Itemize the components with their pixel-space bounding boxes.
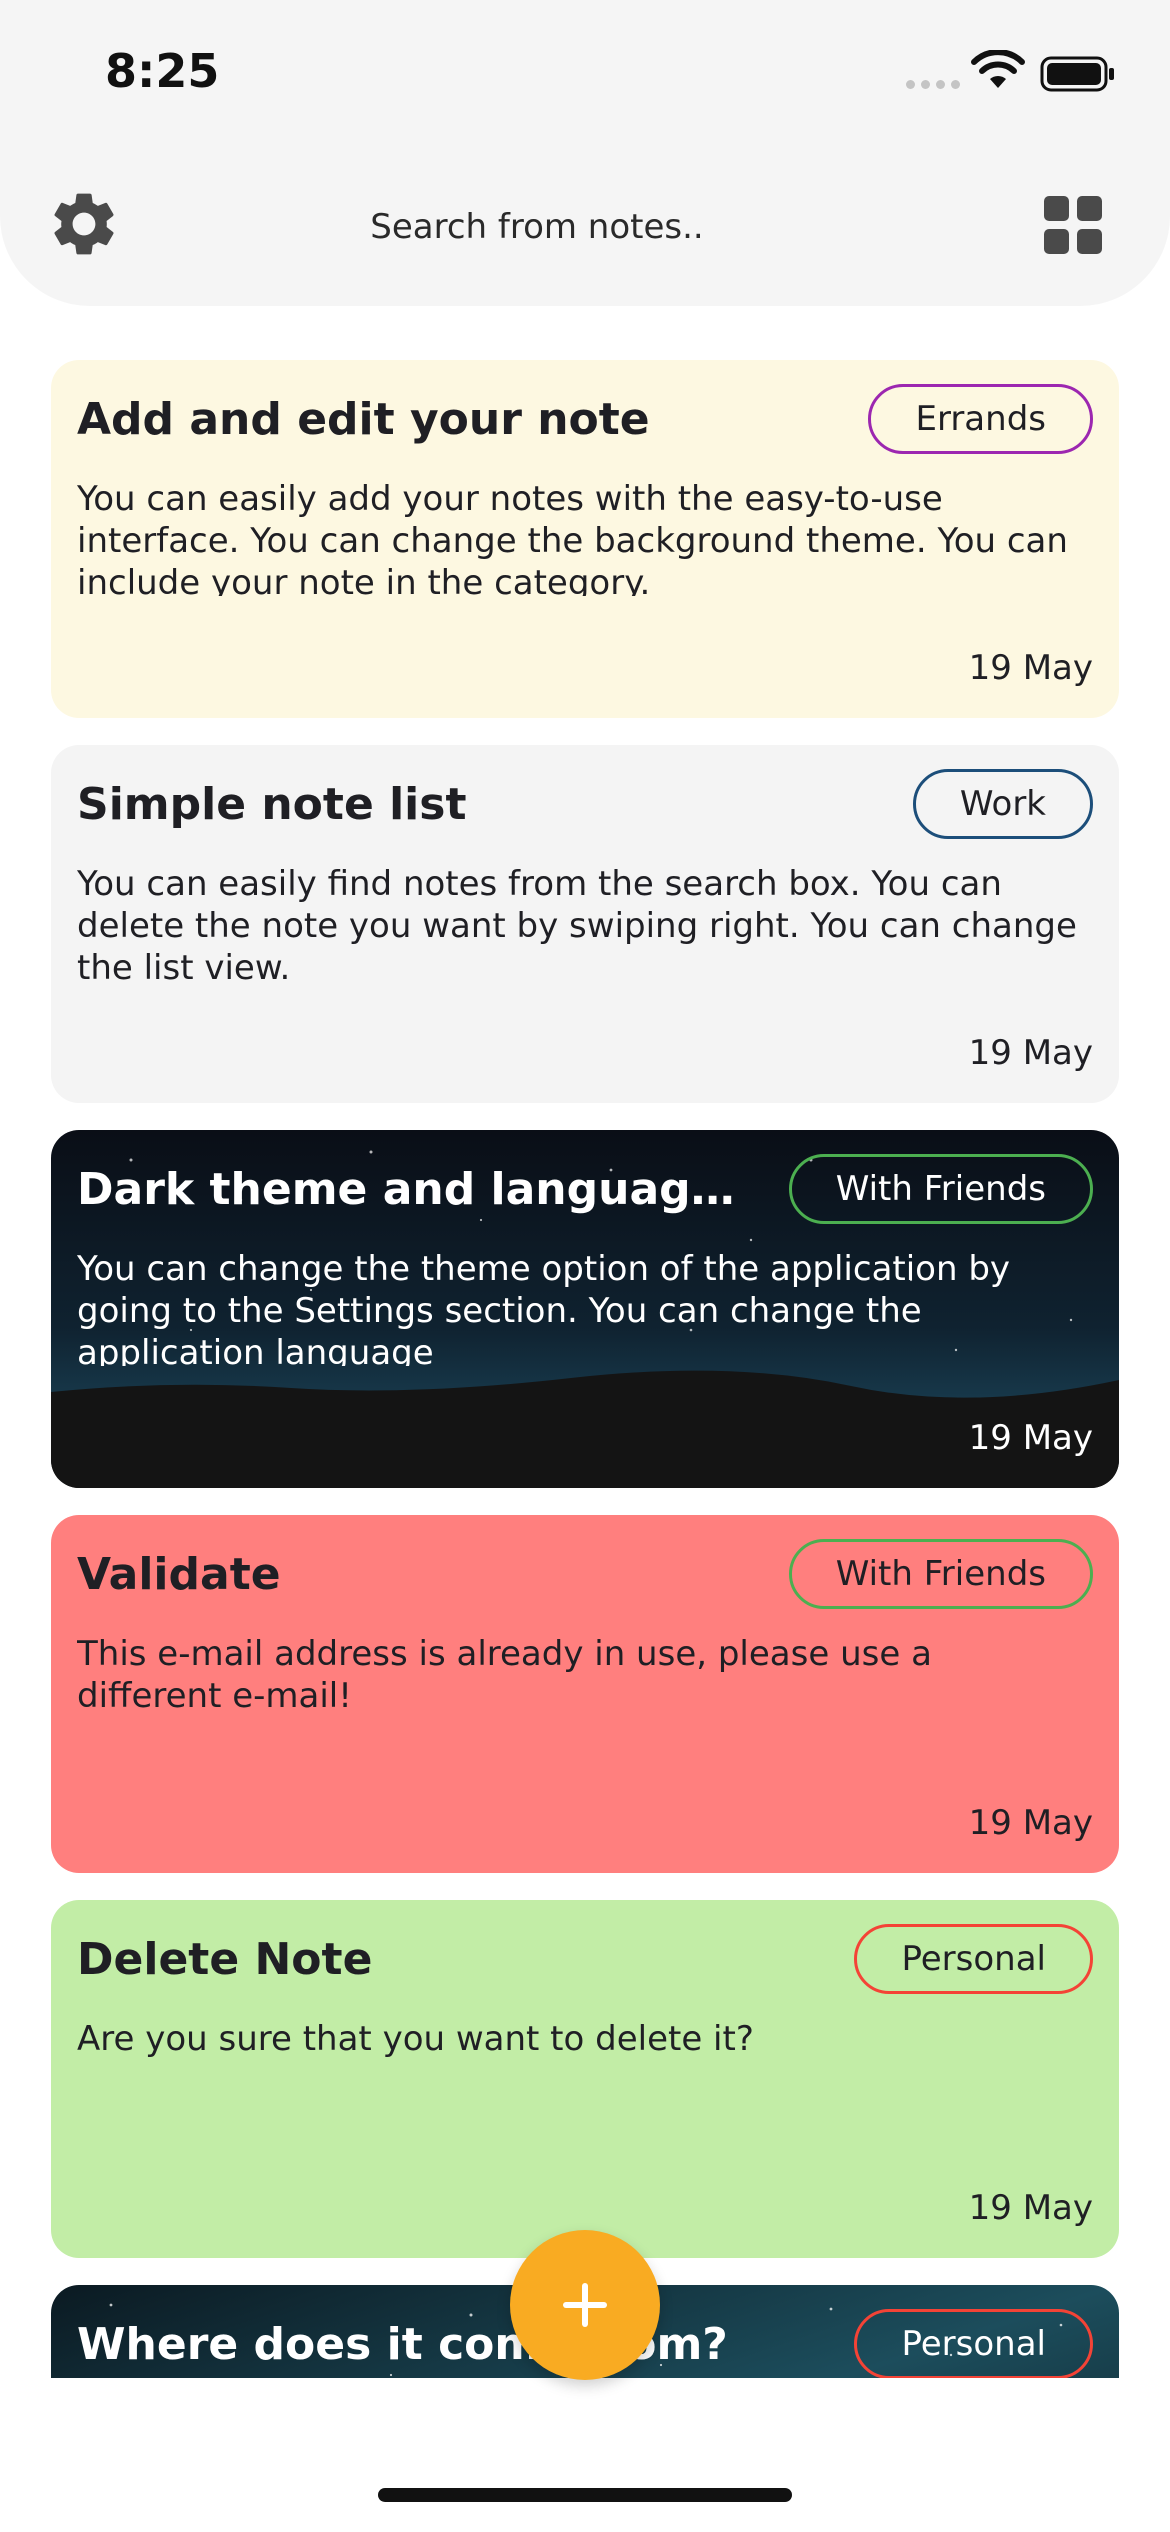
plus-icon (563, 2283, 607, 2327)
note-title: Add and edit your note (77, 394, 650, 445)
note-body: You can change the theme option of the a… (77, 1249, 1011, 1366)
note-body: Are you sure that you want to delete it? (77, 2019, 754, 2059)
note-date: 19 May (968, 1033, 1093, 1073)
note-card[interactable]: Delete Note Personal Are you sure that y… (51, 1900, 1119, 2258)
category-badge: With Friends (788, 1539, 1093, 1609)
cellular-signal-icon (906, 80, 960, 89)
status-bar-time: 8:25 (105, 44, 220, 98)
note-date: 19 May (968, 1803, 1093, 1843)
category-badge: Personal (854, 2309, 1093, 2378)
add-note-button[interactable] (510, 2230, 660, 2380)
wifi-icon (971, 50, 1025, 88)
home-indicator (378, 2488, 792, 2502)
note-body: You can easily find notes from the searc… (77, 864, 1077, 981)
note-date: 19 May (968, 2188, 1093, 2228)
grid-view-icon[interactable] (1044, 196, 1102, 254)
note-date: 19 May (968, 1418, 1093, 1458)
note-title: Simple note list (77, 779, 467, 830)
category-badge: With Friends (788, 1154, 1093, 1224)
note-card[interactable]: Validate With Friends This e-mail addres… (51, 1515, 1119, 1873)
note-body: This e-mail address is already in use, p… (77, 1634, 932, 1716)
note-title: Dark theme and language ... (77, 1164, 737, 1215)
search-input[interactable] (250, 196, 824, 258)
category-badge: Personal (854, 1924, 1093, 1994)
note-title: Delete Note (77, 1934, 373, 1985)
note-title: Validate (77, 1549, 281, 1600)
note-card[interactable]: Dark theme and language ... With Friends… (51, 1130, 1119, 1488)
note-list[interactable]: Add and edit your note Errands You can e… (51, 360, 1119, 2378)
gear-icon[interactable] (46, 186, 122, 262)
note-card[interactable]: Add and edit your note Errands You can e… (51, 360, 1119, 718)
category-badge: Errands (868, 384, 1093, 454)
category-badge: Work (912, 769, 1093, 839)
note-date: 19 May (968, 648, 1093, 688)
note-body: You can easily add your notes with the e… (77, 479, 1068, 596)
app-header: 8:25 (0, 0, 1170, 306)
battery-icon (1040, 56, 1114, 92)
note-card[interactable]: Simple note list Work You can easily fin… (51, 745, 1119, 1103)
